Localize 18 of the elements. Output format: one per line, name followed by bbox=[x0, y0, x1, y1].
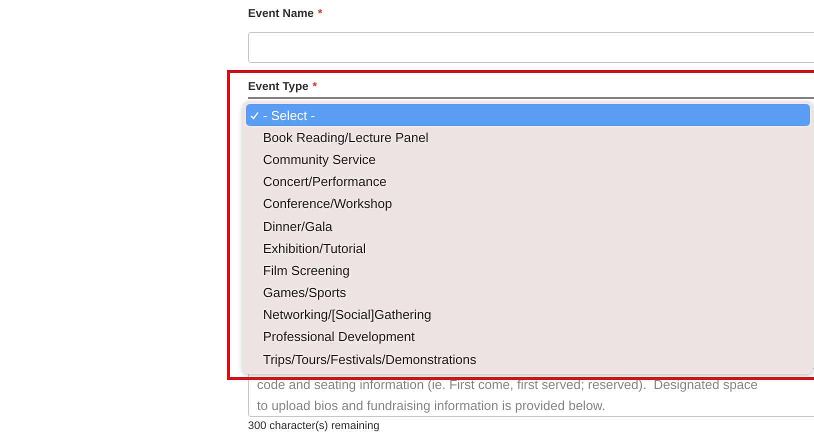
field-label: Event Type bbox=[248, 81, 308, 93]
dropdown-option[interactable]: Exhibition/Tutorial bbox=[246, 237, 810, 260]
check-icon bbox=[250, 111, 259, 120]
dropdown-option[interactable]: Trips/Tours/Festivals/Demonstrations bbox=[246, 348, 810, 370]
input-field[interactable] bbox=[248, 32, 814, 63]
dropdown-option[interactable]: Film Screening bbox=[246, 259, 810, 282]
dropdown-option[interactable]: Concert/Performance bbox=[246, 170, 810, 193]
dropdown-option[interactable]: Professional Development bbox=[246, 326, 810, 348]
dropdown-option[interactable]: Community Service bbox=[246, 148, 810, 171]
required-mark: * bbox=[312, 81, 317, 93]
character-counter: 300 character(s) remaining bbox=[248, 420, 380, 434]
dropdown-option[interactable]: Networking/[Social]Gathering bbox=[246, 304, 810, 326]
dropdown-option[interactable]: Conference/Workshop bbox=[246, 192, 810, 215]
dropdown-option[interactable]: Dinner/Gala bbox=[246, 214, 810, 238]
dropdown-option[interactable]: Book Reading/Lecture Panel bbox=[246, 126, 810, 148]
field-label: Event Name bbox=[248, 8, 314, 20]
required-mark: * bbox=[318, 8, 322, 20]
dropdown-option[interactable]: Games/Sports bbox=[246, 282, 810, 304]
